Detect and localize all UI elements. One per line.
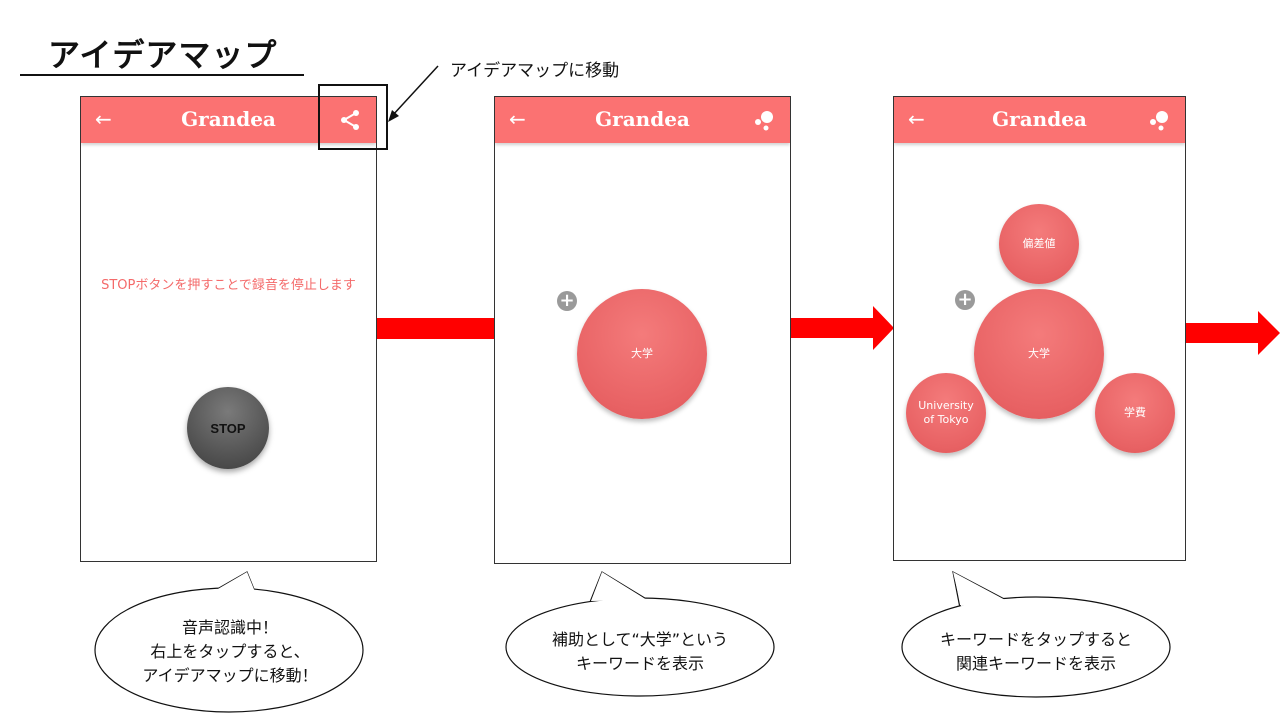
share-icon-highlight xyxy=(318,84,388,150)
bubbles-icon[interactable] xyxy=(1147,108,1171,132)
keyword-bubble[interactable]: 大学 xyxy=(974,289,1104,419)
phone-screen-recording: ← Grandea STOPボタンを押すことで録音を停止します STOP xyxy=(80,96,377,562)
related-keyword-bubble[interactable]: 偏差値 xyxy=(999,204,1079,284)
balloon-text-1: 音声認識中！ 右上をタップすると、 アイデアマップに移動！ xyxy=(142,618,318,685)
app-title: Grandea xyxy=(595,107,690,131)
phone-screen-keyword: ← Grandea + 大学 xyxy=(494,96,791,564)
keyword-bubble[interactable]: 大学 xyxy=(577,289,707,419)
phone-screen-related: ← Grandea 偏差値 + 大学 University of Tokyo 学… xyxy=(893,96,1186,561)
balloon-text-2: 補助として“大学”という キーワードを表示 xyxy=(551,630,729,673)
app-bar: ← Grandea xyxy=(894,97,1185,143)
app-bar: ← Grandea xyxy=(495,97,790,143)
recording-message: STOPボタンを押すことで録音を停止します xyxy=(101,278,356,293)
app-title: Grandea xyxy=(992,107,1087,131)
stop-button[interactable]: STOP xyxy=(187,387,269,469)
flow-arrow-3 xyxy=(1186,311,1280,355)
add-keyword-icon[interactable]: + xyxy=(557,291,577,311)
flow-arrow-1 xyxy=(377,318,494,339)
add-keyword-icon[interactable]: + xyxy=(955,290,975,310)
bubbles-icon[interactable] xyxy=(752,108,776,132)
balloon-text-3: キーワードをタップすると 関連キーワードを表示 xyxy=(939,630,1132,673)
related-keyword-bubble[interactable]: University of Tokyo xyxy=(906,373,986,453)
flow-arrow-2 xyxy=(791,306,894,350)
callout-arrow xyxy=(388,65,439,122)
related-keyword-bubble[interactable]: 学費 xyxy=(1095,373,1175,453)
title-underline xyxy=(20,74,304,76)
callout-label: アイデアマップに移動 xyxy=(450,61,620,81)
slide-title: アイデアマップ xyxy=(48,36,278,74)
